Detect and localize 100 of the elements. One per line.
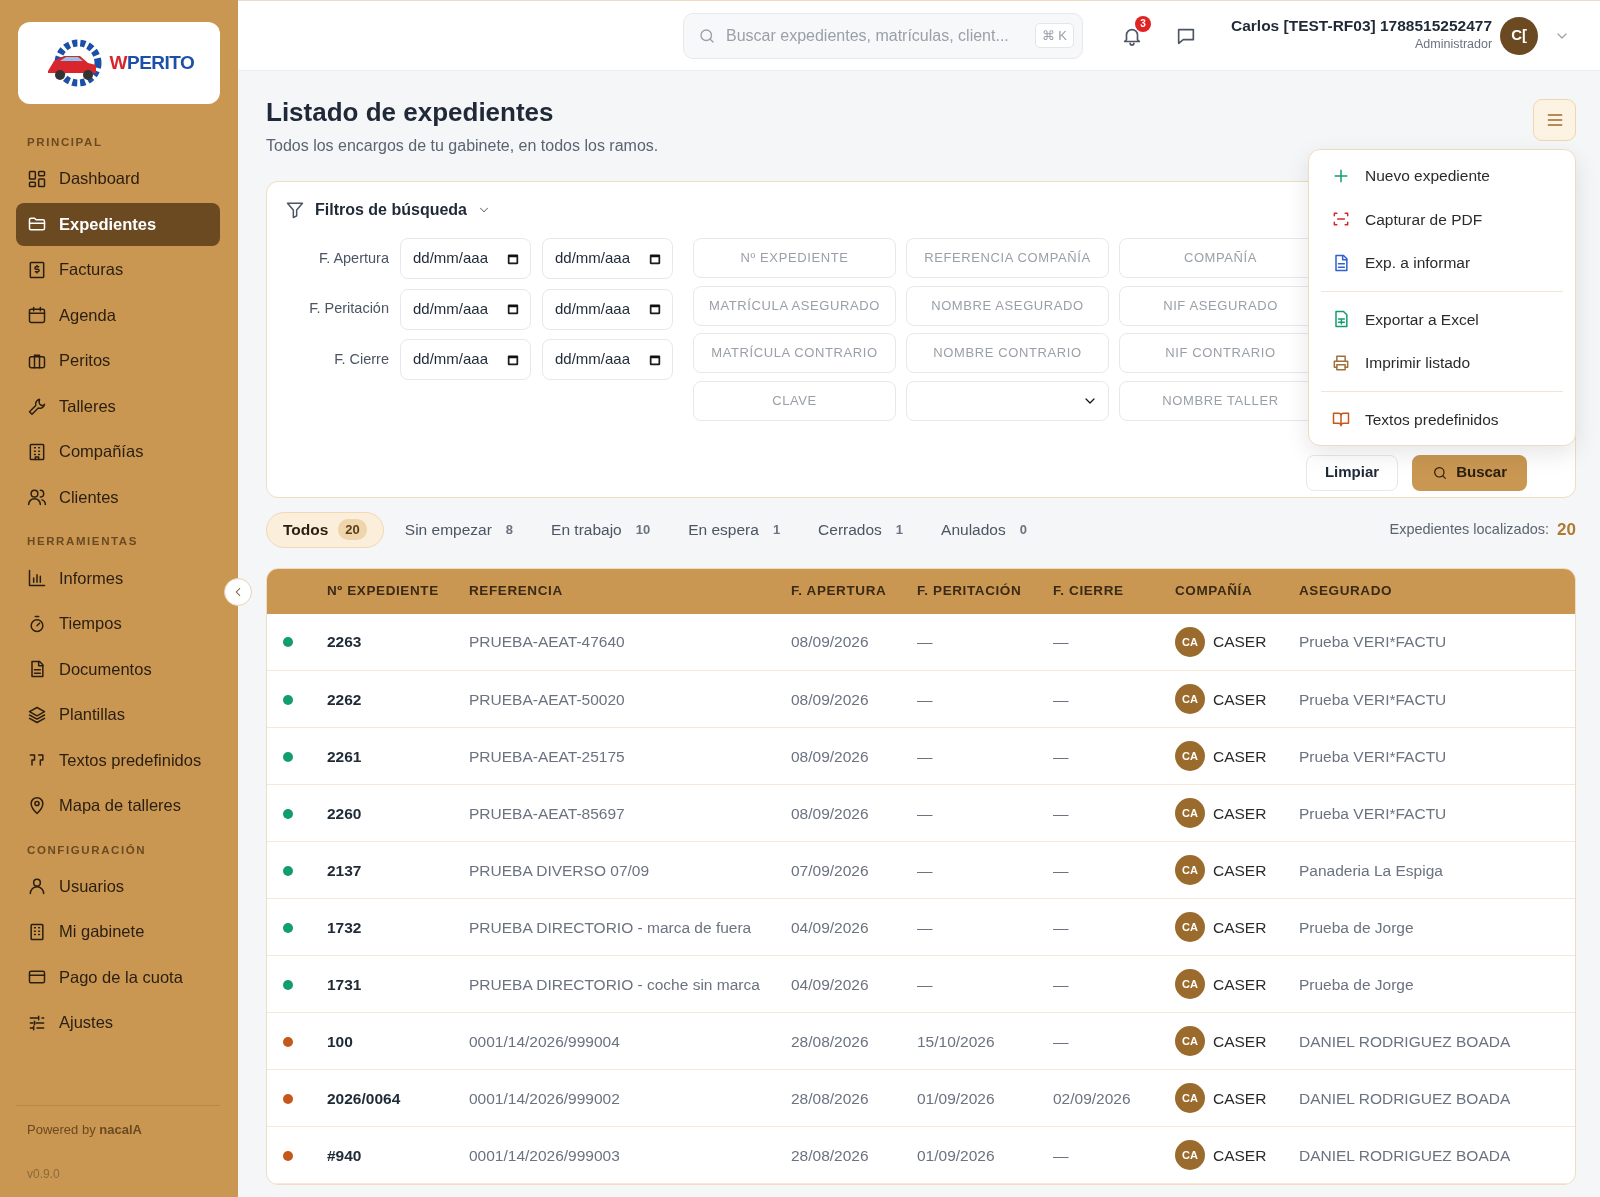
search-button[interactable]: Buscar — [1412, 454, 1527, 491]
sidebar-item[interactable]: Usuarios — [16, 864, 220, 908]
file-number[interactable]: 1732 — [327, 918, 362, 936]
file-number[interactable]: 2026/0064 — [327, 1089, 401, 1107]
file-number[interactable]: 2137 — [327, 861, 362, 879]
file-number[interactable]: 1731 — [327, 975, 362, 993]
sidebar-item[interactable]: Clientes — [16, 475, 220, 519]
sidebar-item[interactable]: Mi gabinete — [16, 910, 220, 954]
sidebar-item[interactable]: Compañías — [16, 430, 220, 474]
select-field[interactable] — [906, 380, 1109, 421]
company-name: CASER — [1213, 1032, 1267, 1050]
sidebar-item[interactable]: Expedientes — [16, 202, 220, 246]
sidebar-item[interactable]: Informes — [16, 556, 220, 600]
status-tab[interactable]: En trabajo 10 — [534, 511, 668, 548]
sidebar-item[interactable]: Documentos — [16, 647, 220, 691]
table-cell: — — [917, 747, 933, 765]
sidebar-item[interactable]: Talleres — [16, 384, 220, 428]
sidebar-item[interactable]: Pago de la cuota — [16, 955, 220, 999]
menu-button[interactable] — [1533, 99, 1576, 141]
sidebar-item[interactable]: Ajustes — [16, 1001, 220, 1045]
menu-item[interactable]: Textos predefinidos — [1319, 397, 1565, 441]
table-cell: — — [917, 690, 933, 708]
receipt-icon — [27, 259, 47, 280]
filter-icon — [285, 200, 305, 221]
calendar-icon — [506, 352, 520, 367]
collapse-button[interactable] — [224, 578, 252, 606]
status-tab[interactable]: Sin empezar 8 — [387, 511, 531, 548]
table-cell: Panaderia La Espiga — [1299, 861, 1443, 879]
table-cell: DANIEL RODRIGUEZ BOADA — [1299, 1089, 1511, 1107]
sidebar-item[interactable]: Textos predefinidos — [16, 738, 220, 782]
table-cell: — — [1053, 690, 1069, 708]
date-field[interactable]: dd/mm/aaa — [542, 339, 673, 381]
filters-toggle[interactable]: Filtros de búsqueda — [285, 198, 491, 223]
table-cell: — — [1053, 1032, 1069, 1050]
column-header: F. PERITACIÓN — [917, 583, 1022, 599]
user-name: Carlos [TEST-RF03] 1788515252477 — [1231, 17, 1493, 36]
page-subtitle: Todos los encargos de tu gabinete, en todos los ramos. — [266, 136, 660, 157]
table-cell: 15/10/2026 — [917, 1032, 995, 1050]
menu-item[interactable]: Capturar de PDF — [1319, 197, 1565, 241]
menu-item[interactable]: Exp. a informar — [1319, 241, 1565, 285]
table-cell: PRUEBA DIRECTORIO - coche sin marca — [469, 975, 760, 993]
table-cell: — — [917, 861, 933, 879]
menu-item[interactable]: Imprimir listado — [1319, 341, 1565, 385]
status-tab[interactable]: Cerrados 1 — [801, 511, 921, 548]
user-avatar[interactable]: C[ — [1500, 16, 1539, 55]
company-name: CASER — [1213, 861, 1267, 879]
calendar-icon — [648, 352, 662, 367]
sidebar-item[interactable]: Mapa de talleres — [16, 784, 220, 827]
menu-item[interactable]: Nuevo expediente — [1319, 154, 1565, 198]
calendar-icon — [506, 302, 520, 317]
clear-button[interactable]: Limpiar — [1305, 454, 1399, 491]
table-cell: 04/09/2026 — [791, 918, 869, 936]
company-name: CASER — [1213, 1146, 1267, 1164]
sidebar-item[interactable]: Facturas — [16, 248, 220, 292]
sidebar-item[interactable]: Peritos — [16, 339, 220, 383]
grid-icon — [27, 168, 47, 189]
sidebar-item[interactable]: Agenda — [16, 293, 220, 337]
date-field[interactable]: dd/mm/aaa — [542, 238, 673, 280]
file-number[interactable]: 2261 — [327, 747, 362, 765]
date-field[interactable]: dd/mm/aaa — [400, 288, 531, 330]
table-cell: 08/09/2026 — [791, 633, 869, 651]
table-cell: 28/08/2026 — [791, 1032, 869, 1050]
date-label: F. Cierre — [333, 349, 389, 369]
company-name: CASER — [1213, 747, 1267, 765]
company-avatar: CA — [1175, 1140, 1205, 1171]
sidebar-item[interactable]: Dashboard — [16, 157, 220, 201]
date-field[interactable]: dd/mm/aaa — [400, 238, 531, 280]
menu-item[interactable]: Exportar a Excel — [1319, 297, 1565, 341]
file-number[interactable]: 2260 — [327, 804, 362, 822]
table-cell: 28/08/2026 — [791, 1089, 869, 1107]
search-icon — [1432, 464, 1449, 481]
section-title: HERRAMIENTAS — [26, 534, 139, 550]
date-field[interactable]: dd/mm/aaa — [542, 288, 673, 330]
status-tab[interactable]: Anulados 0 — [924, 511, 1044, 548]
sidebar-item[interactable]: Tiempos — [16, 602, 220, 645]
column-header: F. APERTURA — [791, 583, 887, 599]
table-cell: 08/09/2026 — [791, 747, 869, 765]
file-number[interactable]: 100 — [327, 1032, 353, 1050]
company-name: CASER — [1213, 1089, 1267, 1107]
table-cell: PRUEBA-AEAT-50020 — [469, 690, 625, 708]
calendar-icon — [506, 251, 520, 266]
table-cell: — — [1053, 918, 1069, 936]
logo[interactable]: WPERITO — [18, 22, 220, 104]
search-placeholder: Buscar expedientes, matrículas, client... — [726, 25, 1009, 46]
table-cell: PRUEBA DIRECTORIO - marca de fuera — [469, 918, 752, 936]
file-number[interactable]: #940 — [327, 1146, 362, 1164]
table-cell: 02/09/2026 — [1053, 1089, 1131, 1107]
date-field[interactable]: dd/mm/aaa — [400, 339, 531, 381]
building-icon — [27, 441, 47, 462]
sidebar-item[interactable]: Plantillas — [16, 693, 220, 736]
file-number[interactable]: 2262 — [327, 690, 362, 708]
table-cell: PRUEBA-AEAT-85697 — [469, 804, 625, 822]
status-tab[interactable]: Todos 20 — [266, 511, 384, 548]
table-cell: Prueba VERI*FACTU — [1299, 633, 1447, 651]
company-avatar: CA — [1175, 798, 1205, 829]
version-text: v0.9.0 — [27, 1166, 61, 1183]
user-icon — [27, 876, 47, 897]
status-tab[interactable]: En espera 1 — [671, 511, 798, 548]
file-number[interactable]: 2263 — [327, 633, 362, 651]
building-icon — [27, 921, 47, 942]
